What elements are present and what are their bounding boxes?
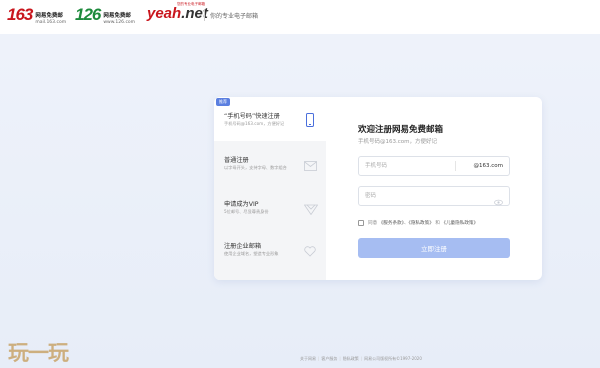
logo-163-name: 网易免费邮 [35,13,63,19]
register-card: 推荐 “手机号码”快速注册 手机号码@163.com，方便好记 普通注册 以字母… [214,97,542,280]
phone-field: @163.com [358,156,510,176]
header-divider [204,9,205,21]
agreement-row: 同意 《服务条款》、《隐私政策》 和 《儿童隐私政策》 [358,220,478,226]
logo-163-domain: mail.163.com [35,19,67,25]
footer-link-about[interactable]: 关于网易 [300,356,316,362]
eye-icon[interactable] [494,192,503,206]
logo-yeah-tag: 您的专业电子邮箱 [177,2,205,6]
phone-field-separator [455,161,456,171]
logo-yeah[interactable]: yeah.net 您的专业电子邮箱 [147,2,208,22]
mail-domain-suffix: @163.com [473,163,504,169]
logo-163-number: 163 [7,5,33,24]
logo-126-domain: www.126.com [103,19,136,25]
header-slogan: 你的专业电子邮箱 [210,13,259,20]
footer-link-service[interactable]: 客户服务 [321,356,337,362]
envelope-icon [304,156,317,171]
logo-126-number: 126 [75,5,101,24]
agree-separator: 和 [435,221,440,226]
footer: 关于网易 | 客户服务 | 隐私政策 | 网易公司版权所有©1997-2020 [300,356,422,362]
sidebar-item-desc: 以字母开头，支持字母、数字组合 [224,165,287,170]
footer-divider: | [318,356,320,361]
sidebar-item-desc: 5位邮号、尽显尊贵身份 [224,209,269,214]
heart-icon [304,242,316,257]
logo-yeah-main: yeah [147,5,182,22]
vip-diamond-icon [303,200,319,216]
phone-icon [304,112,316,127]
sidebar-item-title: 申请成为VIP [224,201,259,208]
footer-link-privacy[interactable]: 隐私政策 [343,356,359,362]
register-type-sidebar: 推荐 “手机号码”快速注册 手机号码@163.com，方便好记 普通注册 以字母… [214,97,326,280]
sidebar-item-title: 注册企业邮箱 [224,243,262,250]
password-field [358,186,510,206]
footer-divider: | [360,356,363,361]
sidebar-item-title: “手机号码”快速注册 [224,113,280,120]
sidebar-item-enterprise[interactable]: 注册企业邮箱 使用企业域名，塑造专业形象 [214,235,326,279]
footer-copyright: 网易公司版权所有©1997-2020 [364,356,422,361]
logo-126-name: 网易免费邮 [103,13,131,19]
sidebar-item-vip[interactable]: 申请成为VIP 5位邮号、尽显尊贵身份 [214,191,326,235]
agree-checkbox[interactable] [358,220,364,226]
register-button[interactable]: 立即注册 [358,238,510,258]
agreement-text: 同意 《服务条款》、《隐私政策》 和 《儿童隐私政策》 [368,220,478,226]
form-subtitle: 手机号码@163.com，方便好记 [358,139,437,145]
top-bar: 163 网易免费邮 mail.163.com 126 网易免费邮 www.126… [0,0,600,34]
sidebar-item-title: 普通注册 [224,157,249,164]
watermark-logo: 玩一玩 [8,340,69,365]
sidebar-item-desc: 使用企业域名，塑造专业形象 [224,251,279,256]
footer-divider: | [339,356,341,361]
logo-163[interactable]: 163 网易免费邮 mail.163.com [7,5,66,25]
form-title: 欢迎注册网易免费邮箱 [358,125,444,135]
sidebar-item-phone-register[interactable]: 推荐 “手机号码”快速注册 手机号码@163.com，方便好记 [214,97,326,141]
phone-input[interactable] [365,161,455,171]
recommend-badge: 推荐 [216,98,230,106]
sidebar-item-desc: 手机号码@163.com，方便好记 [224,121,285,126]
logo-126[interactable]: 126 网易免费邮 www.126.com [75,5,135,25]
password-input[interactable] [365,191,455,201]
terms-of-service-link[interactable]: 《服务条款》 [379,221,404,226]
privacy-policy-link[interactable]: 《隐私政策》 [409,221,434,226]
agree-prefix: 同意 [368,221,378,226]
sidebar-item-normal-register[interactable]: 普通注册 以字母开头，支持字母、数字组合 [214,147,326,191]
children-privacy-link[interactable]: 《儿童隐私政策》 [441,221,478,226]
